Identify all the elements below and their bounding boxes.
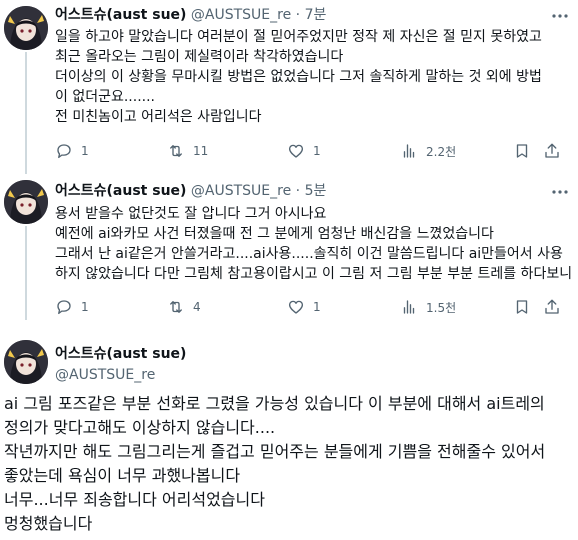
- tweet-text: ai 그림 포즈같은 부분 선화로 그렸을 가능성 있습니다 이 부분에 대해서…: [4, 392, 574, 536]
- tweet-header: 어스트슈(aust sue) @AUSTSUE_re: [55, 345, 186, 384]
- avatar[interactable]: [4, 340, 48, 384]
- user-handle[interactable]: @AUSTSUE_re: [55, 366, 186, 384]
- tweet-line: 멍청했습니다: [4, 514, 93, 533]
- tweet-line: ai 그림 포즈같은 부분 선화로 그렸을 가능성 있습니다 이 부분에 대해서…: [4, 394, 545, 413]
- display-name[interactable]: 어스트슈(aust sue): [55, 346, 186, 362]
- avatar-image: [4, 340, 48, 384]
- tweet-line: 좋았는데 욕심이 너무 과했나봅니다: [4, 466, 241, 485]
- tweet-line: 정의가 맞다고해도 이상하지 않습니다....: [4, 418, 276, 437]
- tweet-line: 너무...너무 죄송합니다 어리석었습니다: [4, 490, 265, 509]
- main-tweet[interactable]: 어스트슈(aust sue) @AUSTSUE_re ai 그림 포즈같은 부분…: [0, 0, 578, 540]
- thread-view: 어스트슈(aust sue) @AUSTSUE_re · 7분 일을 하고야 말…: [0, 0, 578, 540]
- tweet-line: 작년까지만 해도 그림그리는게 즐겁고 믿어주는 분들에게 기쁨을 전해줄수 있…: [4, 442, 546, 461]
